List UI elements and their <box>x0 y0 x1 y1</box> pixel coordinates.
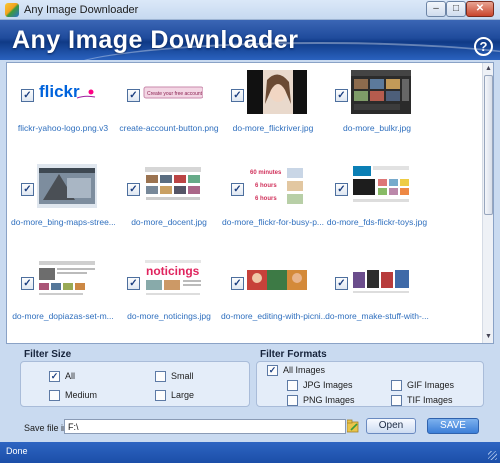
checkbox-box[interactable] <box>155 371 166 382</box>
image-filename: do-more_docent.jpg <box>131 217 207 227</box>
image-filename: do-more_flickr-for-busy-p... <box>221 217 325 227</box>
scroll-up-arrow-icon[interactable]: ▲ <box>483 63 493 75</box>
checkbox-box[interactable] <box>49 390 60 401</box>
image-filename: flickr-yahoo-logo.png.v3 <box>17 123 109 133</box>
image-item[interactable]: ✓ do-more_make-stuff-with-... <box>325 253 429 343</box>
thumb-busy-text-1: 60 minutes <box>250 170 282 176</box>
image-filename: do-more_noticings.jpg <box>127 311 211 321</box>
thumb-noticings-text: noticings <box>146 264 200 278</box>
image-checkbox[interactable]: ✓ <box>335 89 348 102</box>
filter-formats-label: Filter Formats <box>260 349 327 360</box>
format-tif-label: TIF Images <box>407 395 453 405</box>
banner-title: Any Image Downloader <box>12 26 299 54</box>
image-thumbnail[interactable]: flickr <box>37 70 97 114</box>
image-checkbox[interactable]: ✓ <box>335 183 348 196</box>
image-thumbnail[interactable] <box>37 258 97 302</box>
image-filename: do-more_dopiazas-set-m... <box>12 311 114 321</box>
size-medium-label: Medium <box>65 390 98 400</box>
image-filename: do-more_bulkr.jpg <box>342 123 412 133</box>
format-png-label: PNG Images <box>303 395 355 405</box>
format-gif-label: GIF Images <box>407 380 455 390</box>
image-thumbnail[interactable] <box>37 164 97 208</box>
image-item[interactable]: ✓ Create your free account create-accoun… <box>117 65 221 155</box>
checkbox-box[interactable] <box>287 380 298 391</box>
thumb-busy-text-3: 6 hours <box>255 196 277 202</box>
image-checkbox[interactable]: ✓ <box>335 277 348 290</box>
title-bar: Any Image Downloader – □ ✕ <box>0 0 500 20</box>
checkbox-box[interactable] <box>391 395 402 406</box>
size-all-label: All <box>65 371 76 381</box>
image-item[interactable]: ✓ noticings do-more_noticings.jpg <box>117 253 221 343</box>
window-title: Any Image Downloader <box>24 4 139 16</box>
image-checkbox[interactable]: ✓ <box>21 183 34 196</box>
image-item[interactable]: ✓ do-more_docent.jpg <box>117 159 221 249</box>
minimize-button[interactable]: – <box>426 1 446 17</box>
open-button[interactable]: Open <box>366 418 416 434</box>
checkbox-box[interactable]: ✓ <box>267 365 278 376</box>
thumb-busy-text-2: 6 hours <box>255 183 277 189</box>
image-thumbnail[interactable] <box>351 70 411 114</box>
image-checkbox[interactable]: ✓ <box>127 183 140 196</box>
image-thumbnail[interactable] <box>247 70 307 114</box>
status-bar: Done <box>0 442 500 463</box>
image-item[interactable]: ✓ do-more_editing-with-picni... <box>221 253 325 343</box>
thumb-create-account-text: Create your free account <box>147 91 203 97</box>
image-filename: do-more_bing-maps-stree... <box>11 217 115 227</box>
image-thumbnail[interactable]: noticings <box>143 258 203 302</box>
checkbox-box[interactable]: ✓ <box>49 371 60 382</box>
filter-size-label: Filter Size <box>24 349 72 360</box>
help-button[interactable]: ? <box>474 37 493 56</box>
checkbox-box[interactable] <box>391 380 402 391</box>
image-thumbnail[interactable] <box>143 164 203 208</box>
app-icon <box>5 3 19 17</box>
image-checkbox[interactable]: ✓ <box>231 89 244 102</box>
image-item[interactable]: ✓ do-more_bing-maps-stree... <box>11 159 115 249</box>
image-thumbnail[interactable]: 60 minutes 6 hours 6 hours <box>247 164 307 208</box>
image-item[interactable]: ✓ do-more_dopiazas-set-m... <box>11 253 115 343</box>
image-thumbnail[interactable] <box>351 164 411 208</box>
image-checkbox[interactable]: ✓ <box>127 89 140 102</box>
save-location-label: Save file in <box>24 423 69 433</box>
filter-formats-panel: ✓ All Images JPG Images GIF Images PNG I… <box>256 361 484 407</box>
app-banner: Any Image Downloader ? <box>0 20 500 60</box>
format-jpg-label: JPG Images <box>303 380 353 390</box>
image-filename: do-more_editing-with-picni... <box>221 311 325 321</box>
thumb-flickr-text: flickr <box>39 82 80 101</box>
image-item[interactable]: ✓ do-more_fds-flickr-toys.jpg <box>325 159 429 249</box>
image-grid: ✓ flickr flickr-yahoo-logo.png.v3 ✓ Crea… <box>7 63 482 343</box>
maximize-button[interactable]: □ <box>446 1 466 17</box>
close-button[interactable]: ✕ <box>466 1 494 17</box>
image-item[interactable]: ✓ do-more_bulkr.jpg <box>325 65 429 155</box>
image-item[interactable]: ✓ do-more_flickriver.jpg <box>221 65 325 155</box>
image-item[interactable]: ✓ flickr flickr-yahoo-logo.png.v3 <box>11 65 115 155</box>
gallery-scrollbar[interactable]: ▲ ▼ <box>482 63 493 343</box>
image-thumbnail[interactable] <box>247 258 307 302</box>
image-item[interactable]: ✓ 60 minutes 6 hours 6 hours do-more_fli… <box>221 159 325 249</box>
image-filename: create-account-button.png <box>119 123 219 133</box>
checkbox-box[interactable] <box>155 390 166 401</box>
resize-grip-icon[interactable] <box>488 451 497 460</box>
image-checkbox[interactable]: ✓ <box>21 277 34 290</box>
scroll-down-arrow-icon[interactable]: ▼ <box>483 331 493 343</box>
image-checkbox[interactable]: ✓ <box>127 277 140 290</box>
checkbox-box[interactable] <box>287 395 298 406</box>
save-button[interactable]: SAVE <box>427 418 479 434</box>
size-large-label: Large <box>171 390 195 400</box>
scrollbar-thumb[interactable] <box>484 75 493 215</box>
image-checkbox[interactable]: ✓ <box>231 277 244 290</box>
image-gallery: ✓ flickr flickr-yahoo-logo.png.v3 ✓ Crea… <box>6 62 494 344</box>
save-path-input[interactable] <box>64 419 346 434</box>
size-small-label: Small <box>171 371 194 381</box>
folder-icon[interactable] <box>346 419 359 433</box>
image-checkbox[interactable]: ✓ <box>231 183 244 196</box>
image-filename: do-more_fds-flickr-toys.jpg <box>326 217 428 227</box>
format-all-label: All Images <box>283 365 326 375</box>
image-filename: do-more_make-stuff-with-... <box>325 311 429 321</box>
image-filename: do-more_flickriver.jpg <box>232 123 314 133</box>
image-thumbnail[interactable] <box>351 258 411 302</box>
image-checkbox[interactable]: ✓ <box>21 89 34 102</box>
status-text: Done <box>6 446 28 456</box>
image-thumbnail[interactable]: Create your free account <box>143 70 203 114</box>
filter-size-panel: ✓ All Small Medium Large <box>20 361 250 407</box>
